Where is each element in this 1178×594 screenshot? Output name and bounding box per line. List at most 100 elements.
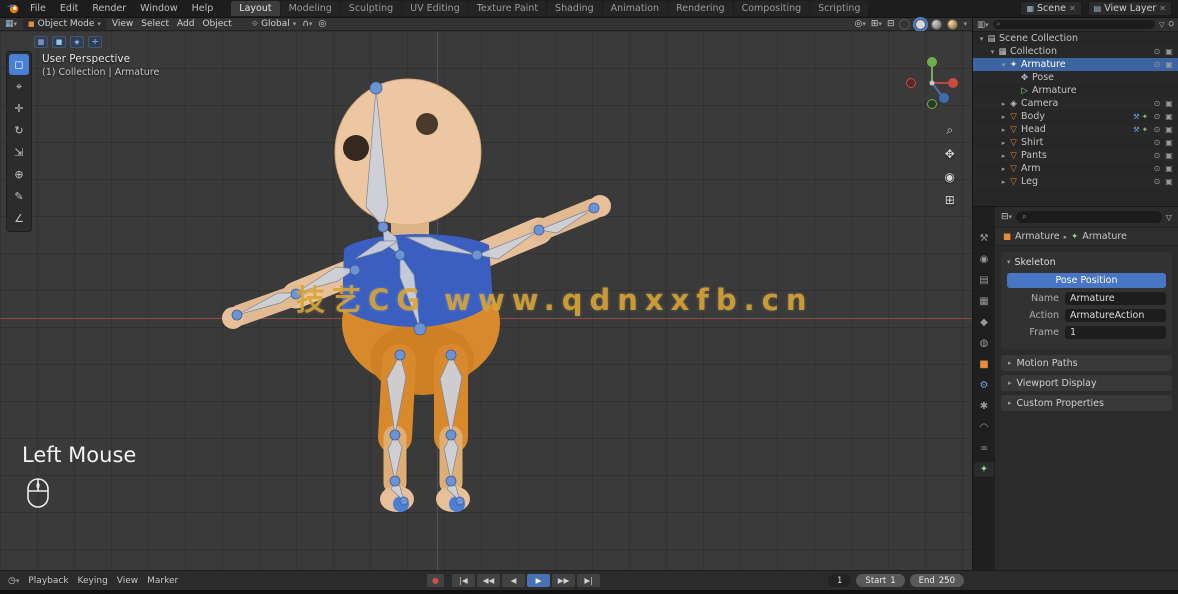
frame-start-field[interactable]: Start 1 — [856, 574, 904, 587]
properties-tab-object[interactable]: ■ — [974, 357, 994, 372]
overlays-icon[interactable]: ⊞▾ — [871, 19, 882, 29]
frame-end-field[interactable]: End 250 — [910, 574, 964, 587]
expand-icon[interactable]: ▸ — [999, 178, 1008, 186]
tab-sculpting[interactable]: Sculpting — [341, 1, 401, 16]
filter-icon[interactable]: ▽ — [1166, 213, 1172, 222]
properties-tab-world[interactable]: ◍ — [974, 336, 994, 351]
view-layer-selector[interactable]: ▤ View Layer ✕ — [1088, 1, 1172, 16]
viewport-menu-add[interactable]: Add — [177, 19, 194, 29]
properties-tab-object-data[interactable]: ✦ — [974, 462, 994, 477]
tab-compositing[interactable]: Compositing — [734, 1, 810, 16]
disable-render-icon[interactable]: ▣ — [1163, 99, 1175, 108]
collection-icon[interactable]: ▦ — [34, 36, 48, 48]
properties-tab-constraints[interactable]: ∞ — [974, 441, 994, 456]
outliner-row-camera[interactable]: ▸◈Camera⊙▣ — [973, 97, 1178, 110]
xray-toggle-icon[interactable]: ⊟ — [887, 19, 895, 29]
hide-eye-icon[interactable]: ⊙ — [1151, 138, 1163, 147]
properties-tab-render[interactable]: ◉ — [974, 252, 994, 267]
field-value-input[interactable]: 1 — [1065, 326, 1166, 339]
close-icon[interactable]: ✕ — [1159, 4, 1166, 13]
toggle-ortho-icon[interactable]: ⊞ — [945, 193, 955, 207]
tab-animation[interactable]: Animation — [603, 1, 667, 16]
expand-icon[interactable]: ▸ — [999, 100, 1008, 108]
editor-type-icon[interactable]: ◷▾ — [8, 576, 19, 586]
hide-eye-icon[interactable]: ⊙ — [1151, 151, 1163, 160]
menu-render[interactable]: Render — [86, 2, 132, 15]
outliner-row-pose[interactable]: ✥Pose — [973, 71, 1178, 84]
expand-icon[interactable]: ▸ — [999, 126, 1008, 134]
3d-viewport[interactable]: ▦ ■ ◈ ✛ User Perspective (1) Collection … — [0, 31, 972, 570]
menu-window[interactable]: Window — [134, 2, 183, 15]
move-tool-icon[interactable]: ✛ — [9, 98, 29, 119]
scale-tool-icon[interactable]: ⇲ — [9, 142, 29, 163]
shading-material-button[interactable] — [931, 19, 942, 30]
outliner-row-scene-collection[interactable]: ▾▤Scene Collection — [973, 32, 1178, 45]
select-box-tool-icon[interactable]: ◻ — [9, 54, 29, 75]
editor-type-icon[interactable]: ▥▾ — [977, 20, 989, 30]
menu-help[interactable]: Help — [186, 2, 220, 15]
properties-tab-scene[interactable]: ◆ — [974, 315, 994, 330]
disable-render-icon[interactable]: ▣ — [1163, 60, 1175, 69]
expand-icon[interactable]: ▸ — [999, 165, 1008, 173]
show-gizmo-icon[interactable]: ◎▾ — [855, 19, 866, 29]
proportional-editing-icon[interactable]: ◎ — [318, 19, 326, 29]
chevron-down-icon[interactable]: ▾ — [963, 20, 967, 28]
properties-tab-output[interactable]: ▤ — [974, 273, 994, 288]
annotate-tool-icon[interactable]: ✎ — [9, 186, 29, 207]
shading-solid-button[interactable] — [915, 19, 926, 30]
expand-icon[interactable]: ▾ — [988, 48, 997, 56]
viewport-menu-view[interactable]: View — [112, 19, 133, 29]
timeline-menu-view[interactable]: View — [117, 576, 138, 586]
hide-eye-icon[interactable]: ⊙ — [1151, 125, 1163, 134]
tab-shading[interactable]: Shading — [547, 1, 602, 16]
scene-selector[interactable]: ▦ Scene ✕ — [1020, 1, 1081, 16]
outliner-row-pants[interactable]: ▸▽Pants⊙▣ — [973, 149, 1178, 162]
navigation-gizmo[interactable] — [904, 55, 960, 115]
properties-tab-particles[interactable]: ✱ — [974, 399, 994, 414]
disable-render-icon[interactable]: ▣ — [1163, 164, 1175, 173]
hide-eye-icon[interactable]: ⊙ — [1151, 112, 1163, 121]
properties-tab-modifiers[interactable]: ⚙ — [974, 378, 994, 393]
disable-render-icon[interactable]: ▣ — [1163, 125, 1175, 134]
breadcrumb-object[interactable]: Armature — [1015, 231, 1060, 242]
hide-eye-icon[interactable]: ⊙ — [1151, 164, 1163, 173]
expand-icon[interactable]: ▸ — [999, 139, 1008, 147]
outliner-row-body[interactable]: ▸▽Body⚒✦⊙▣ — [973, 110, 1178, 123]
mode-dropdown[interactable]: ■ Object Mode ▾ — [23, 19, 106, 30]
jump-to-start-button[interactable]: |◀ — [452, 574, 475, 587]
viewport-menu-object[interactable]: Object — [202, 19, 231, 29]
outliner-row-armature[interactable]: ▾✦Armature⊙▣ — [973, 58, 1178, 71]
auto-keying-record-button[interactable]: ● — [427, 574, 444, 587]
viewport-menu-select[interactable]: Select — [141, 19, 169, 29]
transform-tool-icon[interactable]: ⊕ — [9, 164, 29, 185]
outliner-row-head[interactable]: ▸▽Head⚒✦⊙▣ — [973, 123, 1178, 136]
filter-icon[interactable]: ▽ — [1159, 21, 1164, 29]
shading-wireframe-button[interactable] — [899, 19, 910, 30]
menu-file[interactable]: File — [24, 2, 52, 15]
tab-scripting[interactable]: Scripting — [810, 1, 868, 16]
breadcrumb-data[interactable]: Armature — [1082, 231, 1127, 242]
tab-uv-editing[interactable]: UV Editing — [402, 1, 468, 16]
outliner-search-input[interactable]: ⌕ — [993, 20, 1155, 29]
disable-render-icon[interactable]: ▣ — [1163, 177, 1175, 186]
play-reverse-button[interactable]: ◀ — [502, 574, 525, 587]
outliner-row-leg[interactable]: ▸▽Leg⊙▣ — [973, 175, 1178, 188]
expand-icon[interactable]: ▾ — [999, 61, 1008, 69]
section-custom-properties[interactable]: ▸Custom Properties — [1001, 395, 1172, 411]
object-icon[interactable]: ■ — [52, 36, 66, 48]
section-motion-paths[interactable]: ▸Motion Paths — [1001, 355, 1172, 371]
hide-eye-icon[interactable]: ⊙ — [1151, 177, 1163, 186]
outliner-row-collection[interactable]: ▾▦Collection⊙▣ — [973, 45, 1178, 58]
hide-eye-icon[interactable]: ⊙ — [1151, 60, 1163, 69]
editor-type-icon[interactable]: ▦▾ — [5, 19, 17, 29]
current-frame-field[interactable]: 1 — [828, 574, 851, 587]
menu-edit[interactable]: Edit — [54, 2, 84, 15]
tab-layout[interactable]: Layout — [231, 1, 279, 16]
hide-eye-icon[interactable]: ⊙ — [1151, 99, 1163, 108]
expand-icon[interactable]: ▸ — [999, 152, 1008, 160]
timeline-menu-playback[interactable]: Playback — [28, 576, 68, 586]
panel-header[interactable]: ▾ Skeleton — [1007, 255, 1166, 269]
properties-search-input[interactable]: ⌕ — [1016, 211, 1162, 223]
hide-eye-icon[interactable]: ⊙ — [1151, 47, 1163, 56]
transform-orientation-dropdown[interactable]: ⟐ Global ▾ — [252, 19, 297, 29]
